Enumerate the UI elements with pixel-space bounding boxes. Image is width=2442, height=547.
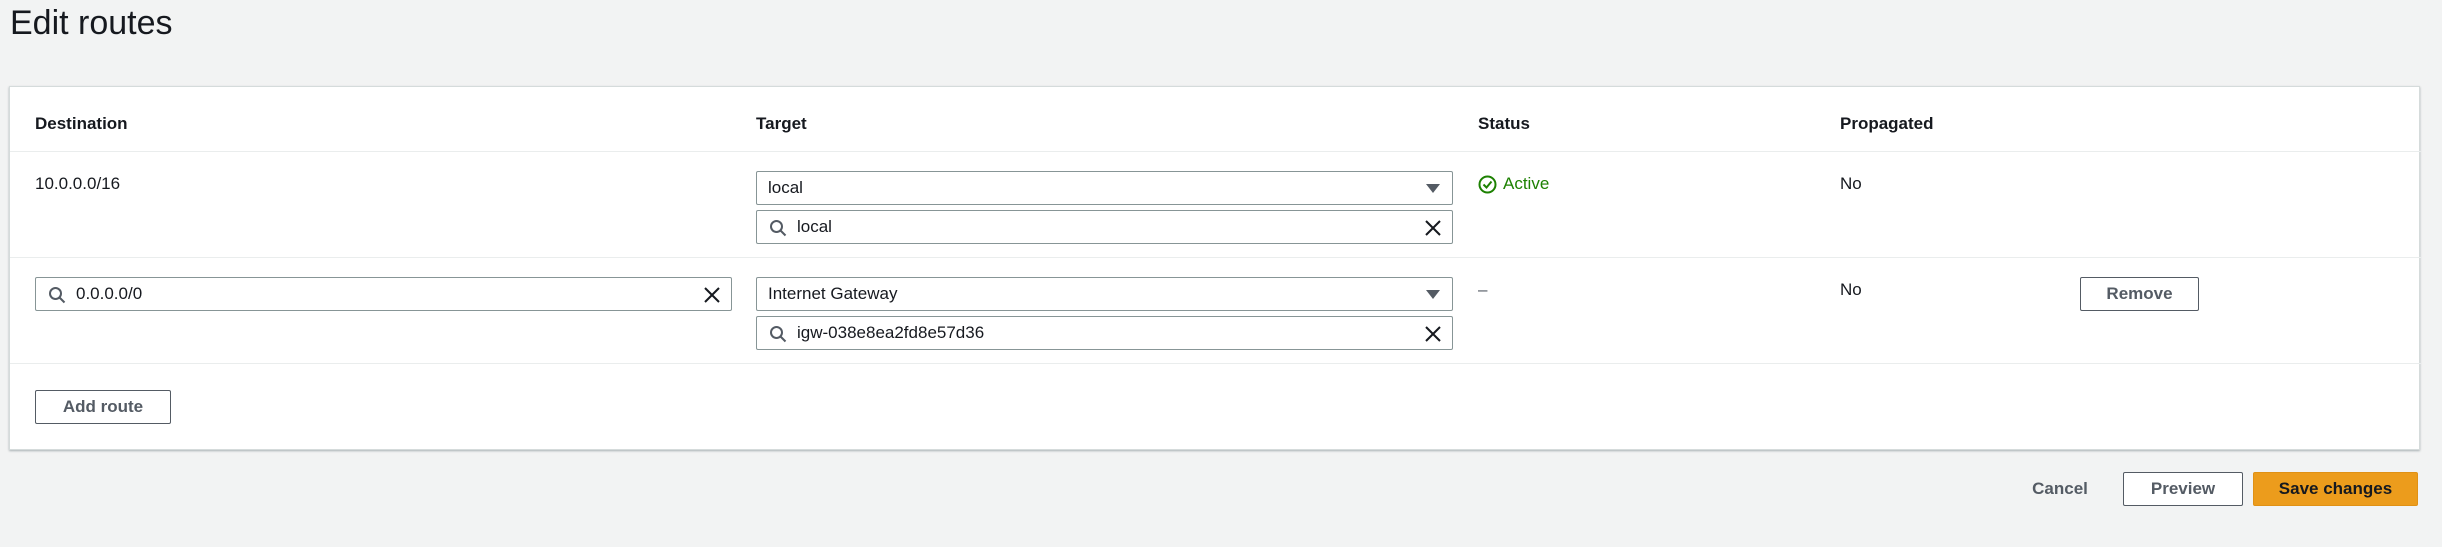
row-divider [10, 257, 2421, 258]
column-header-propagated: Propagated [1840, 114, 1934, 133]
propagated-value: No [1840, 174, 1862, 193]
clear-icon[interactable] [703, 286, 721, 304]
target-search-field [756, 210, 1453, 244]
clear-icon[interactable] [1424, 325, 1442, 343]
status-value: – [1478, 280, 1488, 299]
add-route-button[interactable]: Add route [35, 390, 171, 424]
cancel-button[interactable]: Cancel [2019, 472, 2101, 506]
target-type-select[interactable]: local [756, 171, 1453, 205]
status-success-icon [1478, 175, 1497, 193]
target-type-select-value: Internet Gateway [768, 284, 898, 303]
row-divider [10, 363, 2421, 364]
target-search-input[interactable] [797, 318, 1402, 348]
search-icon [770, 220, 787, 237]
chevron-down-icon [1426, 290, 1440, 299]
header-divider [10, 151, 2421, 152]
column-header-target: Target [756, 114, 807, 133]
clear-icon[interactable] [1424, 219, 1442, 237]
column-header-status: Status [1478, 114, 1530, 133]
propagated-value: No [1840, 280, 1862, 299]
page-title: Edit routes [10, 4, 173, 42]
search-icon [49, 287, 66, 304]
target-search-field [756, 316, 1453, 350]
save-changes-button[interactable]: Save changes [2253, 472, 2418, 506]
column-header-destination: Destination [35, 114, 128, 133]
routes-panel: Destination Target Status Propagated 10.… [9, 86, 2421, 450]
status-badge: Active [1478, 173, 1549, 195]
target-search-input[interactable] [797, 212, 1402, 242]
target-type-select[interactable]: Internet Gateway [756, 277, 1453, 311]
chevron-down-icon [1426, 184, 1440, 193]
status-text: Active [1503, 174, 1550, 193]
target-type-select-value: local [768, 178, 803, 197]
destination-input[interactable] [76, 279, 681, 309]
search-icon [770, 326, 787, 343]
destination-value: 10.0.0.0/16 [35, 174, 121, 193]
remove-route-button[interactable]: Remove [2080, 277, 2199, 311]
preview-button[interactable]: Preview [2123, 472, 2243, 506]
destination-search-field [35, 277, 732, 311]
